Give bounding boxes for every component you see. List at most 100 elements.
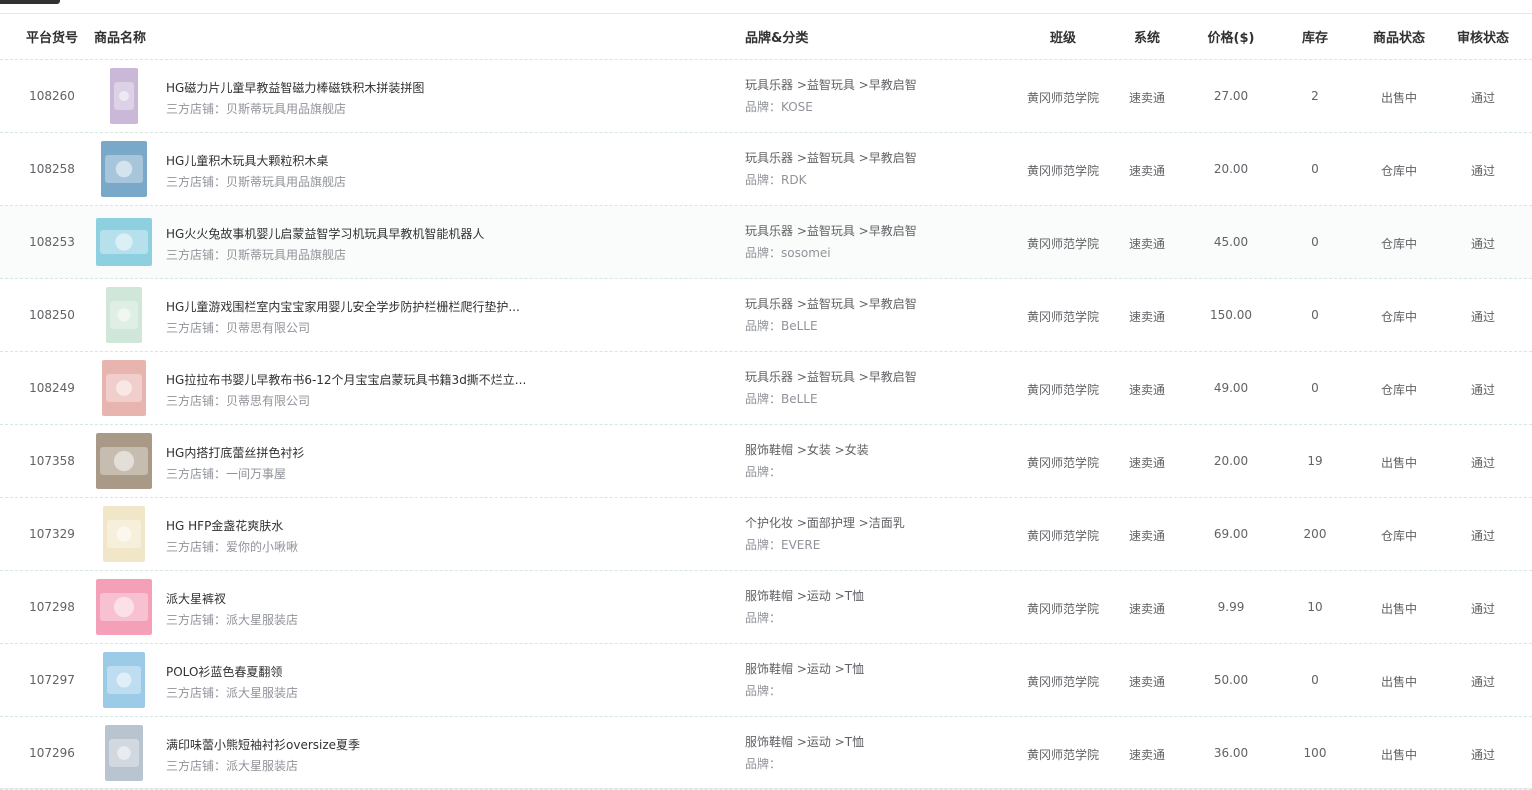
table-row[interactable]: 107296 满印味蕾小熊短袖衬衫oversize夏季 三方店铺：派大星服装店 服饰鞋… xyxy=(0,717,1532,790)
system-name: 速卖通 xyxy=(1128,237,1166,251)
price-value: 20.00 xyxy=(1213,162,1249,176)
col-header-stock[interactable]: 库存 xyxy=(1302,14,1328,59)
col-header-audit[interactable]: 审核状态 xyxy=(1457,14,1509,59)
price-value: 49.00 xyxy=(1213,381,1249,395)
lace-shirt-image[interactable] xyxy=(96,433,152,489)
brand-label: 品牌： xyxy=(745,611,782,625)
brand-label: 品牌：sosomei xyxy=(745,246,831,260)
col-header-id[interactable]: 平台货号 xyxy=(26,14,78,59)
class-name: 黄冈师范学院 xyxy=(1026,602,1100,616)
class-name: 黄冈师范学院 xyxy=(1026,748,1100,762)
product-status: 仓库中 xyxy=(1380,529,1418,543)
product-status: 出售中 xyxy=(1380,456,1418,470)
audit-status: 通过 xyxy=(1470,529,1496,543)
shop-name: 三方店铺：一间万事屋 xyxy=(166,467,287,481)
audit-status: 通过 xyxy=(1470,237,1496,251)
col-header-status[interactable]: 商品状态 xyxy=(1373,14,1425,59)
system-name: 速卖通 xyxy=(1128,310,1166,324)
class-name: 黄冈师范学院 xyxy=(1026,383,1100,397)
audit-status: 通过 xyxy=(1470,456,1496,470)
table-row[interactable]: 108250 HG儿童游戏围栏室内宝宝家用婴儿安全学步防护栏栅栏爬行垫护... 三方… xyxy=(0,279,1532,352)
toner-bottle-image[interactable] xyxy=(96,506,152,562)
category-path: 服饰鞋帽 >运动 >T恤 xyxy=(745,589,865,603)
category-path: 玩具乐器 >益智玩具 >早教启智 xyxy=(745,224,917,238)
audit-status: 通过 xyxy=(1470,748,1496,762)
price-value: 50.00 xyxy=(1213,673,1249,687)
product-name-link[interactable]: HG儿童游戏围栏室内宝宝家用婴儿安全学步防护栏栅栏爬行垫护... xyxy=(166,298,520,315)
price-value: 20.00 xyxy=(1213,454,1249,468)
system-name: 速卖通 xyxy=(1128,602,1166,616)
col-header-name[interactable]: 商品名称 xyxy=(94,14,146,59)
product-id: 107298 xyxy=(29,600,75,614)
table-row[interactable]: 107298 派大星裤衩三方店铺：派大星服装店 服饰鞋帽 >运动 >T恤 品牌： 黄冈师… xyxy=(0,571,1532,644)
system-name: 速卖通 xyxy=(1128,529,1166,543)
product-name-link[interactable]: HG内搭打底蕾丝拼色衬衫 xyxy=(166,444,304,461)
active-tab-indicator[interactable] xyxy=(0,0,60,4)
product-id: 108258 xyxy=(29,162,75,176)
stock-value: 0 xyxy=(1311,162,1319,176)
product-status: 仓库中 xyxy=(1380,237,1418,251)
system-name: 速卖通 xyxy=(1128,456,1166,470)
product-name-link[interactable]: HG儿童积木玩具大颗粒积木桌 xyxy=(166,152,328,169)
product-name-link[interactable]: HG拉拉布书婴儿早教布书6-12个月宝宝启蒙玩具书籍3d撕不烂立... xyxy=(166,371,526,388)
product-name-link[interactable]: HG HFP金盏花爽肤水 xyxy=(166,517,283,534)
product-name-link[interactable]: HG火火兔故事机婴儿启蒙益智学习机玩具早教机智能机器人 xyxy=(166,225,484,242)
price-value: 150.00 xyxy=(1210,308,1252,322)
system-name: 速卖通 xyxy=(1128,164,1166,178)
product-id: 108260 xyxy=(29,89,75,103)
col-header-price[interactable]: 价格($) xyxy=(1208,14,1255,59)
class-name: 黄冈师范学院 xyxy=(1026,310,1100,324)
table-row[interactable]: 108258 HG儿童积木玩具大颗粒积木桌 三方店铺：贝斯蒂玩具用品旗舰店 玩具乐器 … xyxy=(0,133,1532,206)
col-header-brand-category[interactable]: 品牌&分类 xyxy=(745,14,808,59)
category-path: 服饰鞋帽 >女装 >女装 xyxy=(745,443,869,457)
brand-label: 品牌：EVERE xyxy=(745,538,821,552)
product-status: 仓库中 xyxy=(1380,164,1418,178)
table-row[interactable]: 107358 HG内搭打底蕾丝拼色衬衫 三方店铺：一间万事屋 服饰鞋帽 >女装 >女装… xyxy=(0,425,1532,498)
polo-shirt-image[interactable] xyxy=(96,652,152,708)
cloth-book-image[interactable] xyxy=(96,360,152,416)
stock-value: 19 xyxy=(1307,454,1323,468)
table-row[interactable]: 108249 HG拉拉布书婴儿早教布书6-12个月宝宝启蒙玩具书籍3d撕不烂立..… xyxy=(0,352,1532,425)
magnetic-tiles-image[interactable] xyxy=(96,68,152,124)
patrick-star-image[interactable] xyxy=(96,579,152,635)
brand-label: 品牌： xyxy=(745,757,782,771)
shop-name: 三方店铺：贝斯蒂玩具用品旗舰店 xyxy=(166,248,347,262)
table-row[interactable]: 108260 HG磁力片儿童早教益智磁力棒磁铁积木拼装拼图 三方店铺：贝斯蒂玩具用品… xyxy=(0,60,1532,133)
brand-label: 品牌：BeLLE xyxy=(745,392,818,406)
rabbit-robot-image[interactable] xyxy=(96,214,152,270)
block-table-image[interactable] xyxy=(96,141,152,197)
stock-value: 0 xyxy=(1311,381,1319,395)
col-header-system[interactable]: 系统 xyxy=(1134,14,1160,59)
shop-name: 三方店铺：派大星服装店 xyxy=(166,613,299,627)
table-row[interactable]: 107297 POLO衫蓝色春夏翻领 三方店铺：派大星服装店 服饰鞋帽 >运动 >T恤… xyxy=(0,644,1532,717)
product-id: 108250 xyxy=(29,308,75,322)
system-name: 速卖通 xyxy=(1128,91,1166,105)
price-value: 69.00 xyxy=(1213,527,1249,541)
playpen-image[interactable] xyxy=(96,287,152,343)
product-id: 107297 xyxy=(29,673,75,687)
price-value: 27.00 xyxy=(1213,89,1249,103)
shop-name: 三方店铺：贝蒂思有限公司 xyxy=(166,394,311,408)
audit-status: 通过 xyxy=(1470,310,1496,324)
product-name-link[interactable]: 满印味蕾小熊短袖衬衫oversize夏季 xyxy=(166,736,360,753)
category-path: 玩具乐器 >益智玩具 >早教启智 xyxy=(745,78,917,92)
class-name: 黄冈师范学院 xyxy=(1026,91,1100,105)
product-id: 107296 xyxy=(29,746,75,760)
shop-name: 三方店铺：贝斯蒂玩具用品旗舰店 xyxy=(166,102,347,116)
shop-name: 三方店铺：派大星服装店 xyxy=(166,759,299,773)
table-row[interactable]: 107329 HG HFP金盏花爽肤水 三方店铺：爱你的小啾啾 个护化妆 >面部护理 … xyxy=(0,498,1532,571)
table-row[interactable]: 108253 HG火火兔故事机婴儿启蒙益智学习机玩具早教机智能机器人 三方店铺：贝斯… xyxy=(0,206,1532,279)
brand-label: 品牌：BeLLE xyxy=(745,319,818,333)
bear-shirt-image[interactable] xyxy=(96,725,152,781)
audit-status: 通过 xyxy=(1470,383,1496,397)
price-value: 9.99 xyxy=(1217,600,1245,614)
col-header-class[interactable]: 班级 xyxy=(1050,14,1076,59)
product-name-link[interactable]: HG磁力片儿童早教益智磁力棒磁铁积木拼装拼图 xyxy=(166,79,424,96)
product-name-link[interactable]: POLO衫蓝色春夏翻领 xyxy=(166,663,282,680)
system-name: 速卖通 xyxy=(1128,383,1166,397)
category-path: 个护化妆 >面部护理 >洁面乳 xyxy=(745,516,905,530)
shop-name: 三方店铺：派大星服装店 xyxy=(166,686,299,700)
table-body: 108260 HG磁力片儿童早教益智磁力棒磁铁积木拼装拼图 三方店铺：贝斯蒂玩具用品… xyxy=(0,60,1532,790)
product-name-link[interactable]: 派大星裤衩 xyxy=(166,590,226,607)
stock-value: 100 xyxy=(1303,746,1327,760)
